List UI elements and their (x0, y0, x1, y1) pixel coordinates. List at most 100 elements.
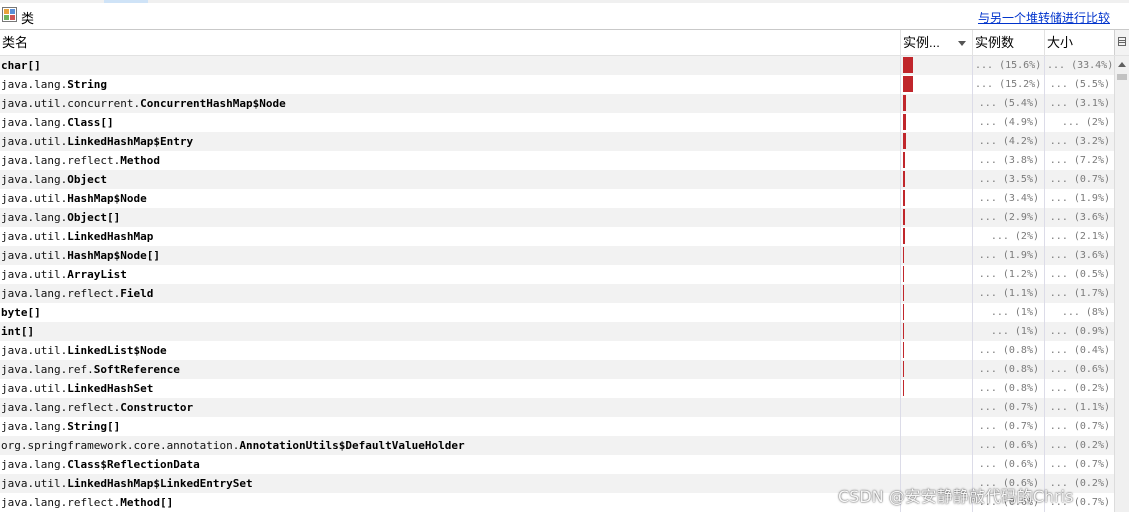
table-row[interactable]: java.util.LinkedList$Node ... (0.8%) ... (… (0, 341, 1114, 360)
table-row[interactable]: java.lang.reflect.Method[] ... (0.6%) ... … (0, 493, 1114, 512)
column-divider (972, 455, 973, 474)
instance-percent-bar (903, 361, 904, 377)
scroll-up-arrow-icon[interactable] (1118, 62, 1126, 67)
instance-percent-bar (903, 57, 913, 73)
class-simple-name: SoftReference (93, 363, 180, 376)
column-divider (900, 113, 901, 132)
table-row[interactable]: java.util.LinkedHashMap$LinkedEntrySet..… (0, 474, 1114, 493)
size-value: ... (8%) (1061, 307, 1110, 318)
size-value: ... (2%) (1061, 117, 1110, 128)
column-divider (900, 493, 901, 512)
table-row[interactable]: org.springframework.core.annotation.Anno… (0, 436, 1114, 455)
class-name: java.lang.reflect.Method (1, 151, 160, 170)
column-divider (900, 265, 901, 284)
class-table-body: char[]... (15.6%)... (33.4%) java.lang.St… (0, 56, 1114, 512)
class-simple-name: Field (120, 287, 154, 300)
column-divider (900, 56, 901, 75)
table-row[interactable]: java.lang.Object[] ... (2.9%) ... (3.6%) (0, 208, 1114, 227)
class-name: java.lang.reflect.Field (1, 284, 153, 303)
class-package: java.lang.reflect. (1, 154, 121, 167)
table-row[interactable]: java.lang.reflect.Method ... (3.8%) ... (7… (0, 151, 1114, 170)
column-divider (1044, 151, 1045, 170)
instance-percent-bar (903, 247, 904, 263)
table-row[interactable]: java.util.concurrent.ConcurrentHashMap$N… (0, 94, 1114, 113)
column-divider (900, 208, 901, 227)
column-header-instances-percent[interactable]: 实例... (900, 30, 972, 55)
column-divider (1044, 132, 1045, 151)
table-row[interactable]: java.lang.String ... (15.2%) ... (5.5%) (0, 75, 1114, 94)
instance-count-value: ... (15.6%) (975, 60, 1042, 71)
class-package: java.util. (1, 230, 68, 243)
column-header-instances-percent-label: 实例... (903, 35, 940, 50)
column-divider (1044, 284, 1045, 303)
vertical-scrollbar[interactable] (1114, 56, 1129, 512)
class-package: java.util.concurrent. (1, 97, 141, 110)
class-package: java.lang. (1, 458, 68, 471)
class-package: java.util. (1, 382, 68, 395)
instance-percent-bar (903, 342, 904, 358)
column-divider (972, 94, 973, 113)
table-row[interactable]: java.util.HashMap$Node ... (3.4%) ... (1.9… (0, 189, 1114, 208)
table-row[interactable]: char[] ... (15.6%) ... (33.4%) (0, 56, 1114, 75)
column-divider (972, 113, 973, 132)
instance-percent-bar (903, 228, 905, 244)
size-value: ... (1.7%) (1049, 288, 1110, 299)
class-simple-name: String[] (67, 420, 121, 433)
class-name: java.lang.Object (1, 170, 107, 189)
class-name: java.util.HashMap$Node (1, 189, 147, 208)
table-row[interactable]: byte[] ... (1%) ... (8%) (0, 303, 1114, 322)
table-row[interactable]: java.util.HashMap$Node[] ... (1.9%) ... (3… (0, 246, 1114, 265)
class-name: java.util.LinkedHashMap$LinkedEntrySet (1, 474, 253, 493)
column-divider (972, 284, 973, 303)
table-row[interactable]: java.lang.Class$ReflectionData ... (0.6%)… (0, 455, 1114, 474)
class-name: byte[] (1, 303, 41, 322)
instance-count-value: ... (4.9%) (978, 117, 1039, 128)
column-divider (972, 189, 973, 208)
table-row[interactable]: java.lang.Object ... (3.5%) ... (0.7%) (0, 170, 1114, 189)
class-simple-name: ConcurrentHashMap$Node (140, 97, 286, 110)
table-row[interactable]: java.lang.reflect.Constructor ... (0.7%).… (0, 398, 1114, 417)
column-chooser-icon (1118, 37, 1126, 46)
class-name: java.util.LinkedHashMap$Entry (1, 132, 193, 151)
table-row[interactable]: int[] ... (1%) ... (0.9%) (0, 322, 1114, 341)
table-row[interactable]: java.lang.reflect.Field ... (1.1%) ... (1.… (0, 284, 1114, 303)
table-row[interactable]: java.util.LinkedHashSet ... (0.8%) ... (0.… (0, 379, 1114, 398)
column-divider (1044, 322, 1045, 341)
column-header-size[interactable]: 大小 (1044, 30, 1114, 55)
class-name: java.util.HashMap$Node[] (1, 246, 160, 265)
table-row[interactable]: java.util.LinkedHashMap ... (2%) ... (2.1%… (0, 227, 1114, 246)
column-divider (972, 303, 973, 322)
column-divider (972, 474, 973, 493)
class-package: java.lang. (1, 116, 68, 129)
class-package: java.lang.ref. (1, 363, 94, 376)
column-divider (1044, 75, 1045, 94)
column-divider (972, 417, 973, 436)
class-view-icon (2, 7, 17, 22)
class-simple-name: char[] (1, 59, 41, 72)
column-header-class-name[interactable]: 类名 (0, 30, 900, 55)
column-divider (972, 493, 973, 512)
column-divider (972, 436, 973, 455)
column-divider (900, 132, 901, 151)
column-divider (972, 75, 973, 94)
column-header-instance-count[interactable]: 实例数 (972, 30, 1044, 55)
column-chooser-button[interactable] (1114, 30, 1129, 55)
column-divider (900, 227, 901, 246)
size-value: ... (0.4%) (1049, 345, 1110, 356)
table-row[interactable]: java.util.ArrayList ... (1.2%) ... (0.5%) (0, 265, 1114, 284)
column-divider (1044, 493, 1045, 512)
table-row[interactable]: java.lang.ref.SoftReference ... (0.8%)...… (0, 360, 1114, 379)
table-row[interactable]: java.lang.Class[] ... (4.9%) ... (2%) (0, 113, 1114, 132)
class-name: java.util.concurrent.ConcurrentHashMap$N… (1, 94, 286, 113)
scroll-thumb[interactable] (1117, 74, 1127, 80)
class-package: java.util. (1, 344, 68, 357)
instance-count-value: ... (5.4%) (978, 98, 1039, 109)
size-value: ... (0.2%) (1049, 478, 1110, 489)
table-row[interactable]: java.lang.String[] ... (0.7%) ... (0.7%) (0, 417, 1114, 436)
column-divider (900, 170, 901, 189)
compare-heap-dump-link[interactable]: 与另一个堆转储进行比较 (978, 9, 1110, 26)
table-row[interactable]: java.util.LinkedHashMap$Entry ... (4.2%).… (0, 132, 1114, 151)
column-divider (900, 322, 901, 341)
class-name: java.lang.String (1, 75, 107, 94)
column-divider (972, 398, 973, 417)
